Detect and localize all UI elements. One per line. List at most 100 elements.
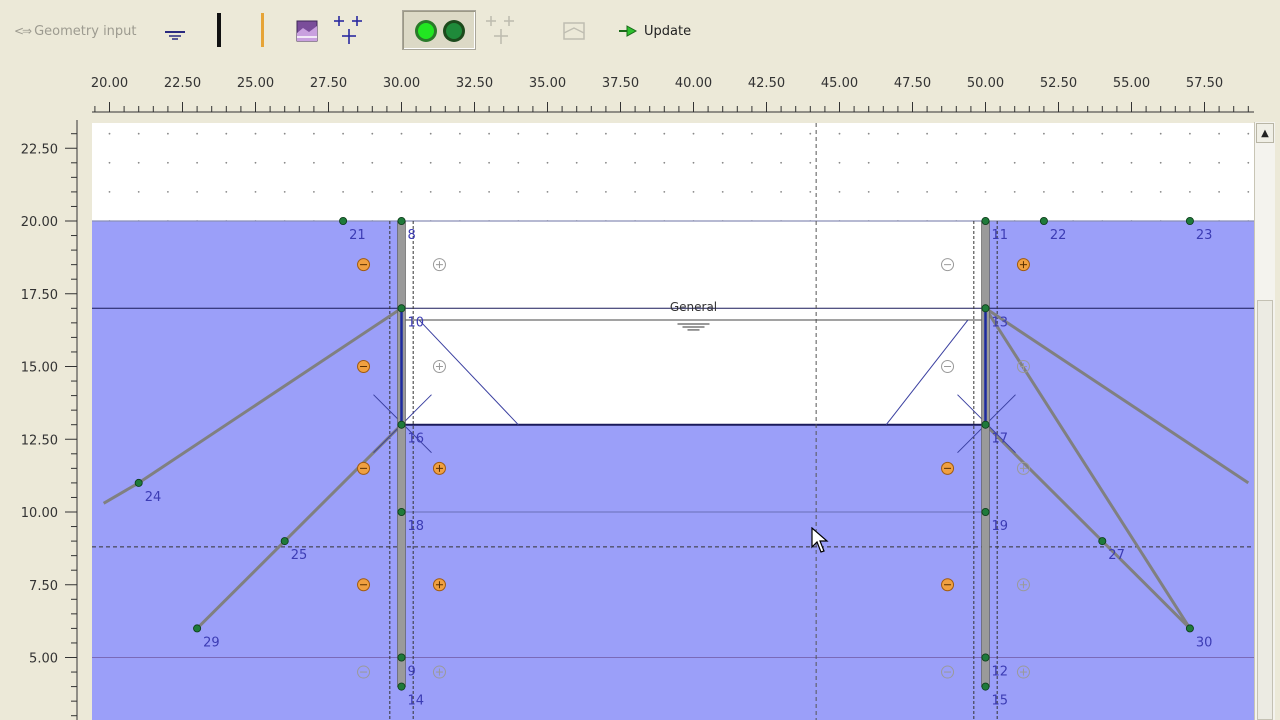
geometry-point[interactable] bbox=[981, 216, 990, 225]
grid-dot bbox=[1013, 161, 1016, 164]
scroll-up-button[interactable]: ▲ bbox=[1256, 123, 1274, 143]
grid-dot bbox=[926, 191, 928, 193]
grid-dot bbox=[809, 132, 812, 135]
geometry-point[interactable] bbox=[397, 304, 406, 313]
grid-dot bbox=[342, 132, 344, 135]
geometry-point[interactable] bbox=[280, 537, 289, 546]
grid-dot bbox=[547, 104, 549, 106]
geometry-point[interactable] bbox=[981, 420, 990, 429]
grid-dot bbox=[1189, 104, 1191, 106]
point-label: 19 bbox=[992, 519, 1009, 534]
geometry-point[interactable] bbox=[1039, 216, 1048, 225]
grid-dot bbox=[839, 104, 841, 106]
grid-dot bbox=[575, 132, 578, 135]
grid-dot bbox=[254, 191, 257, 193]
grid-dot bbox=[283, 191, 286, 193]
grid-dot bbox=[867, 191, 870, 193]
grid-dot bbox=[985, 104, 987, 106]
grid-dot bbox=[722, 104, 724, 106]
vertical-scrollbar[interactable]: ▲ bbox=[1254, 122, 1275, 720]
grid-dot bbox=[225, 132, 228, 135]
grid-dot bbox=[780, 132, 782, 135]
grid-dot bbox=[984, 161, 987, 164]
grid-dot bbox=[1189, 161, 1191, 164]
grid-dot bbox=[692, 161, 695, 164]
grid-dot bbox=[605, 161, 607, 164]
grid-dot bbox=[955, 191, 958, 193]
grid-dot bbox=[1218, 161, 1220, 164]
grid-dot bbox=[1130, 132, 1133, 135]
point-label: 8 bbox=[408, 228, 416, 243]
grid-dot bbox=[1072, 132, 1074, 135]
grid-dot bbox=[283, 161, 286, 164]
grid-dot bbox=[1218, 132, 1220, 135]
geometry-point[interactable] bbox=[981, 682, 990, 691]
grid-dot bbox=[1160, 104, 1162, 106]
grid-dot bbox=[1072, 104, 1074, 106]
grid-dot bbox=[897, 132, 899, 135]
geometry-point[interactable] bbox=[1098, 537, 1107, 546]
geometry-point[interactable] bbox=[397, 682, 406, 691]
grid-dot bbox=[225, 161, 228, 164]
left-wall-plate[interactable] bbox=[397, 220, 406, 687]
grid-dot bbox=[984, 132, 987, 135]
geometry-point[interactable] bbox=[339, 216, 348, 225]
grid-dot bbox=[897, 191, 899, 193]
grid-dot bbox=[780, 161, 782, 164]
grid-dot bbox=[867, 161, 870, 164]
grid-dot bbox=[634, 104, 636, 106]
geometry-point[interactable] bbox=[397, 507, 406, 516]
grid-dot bbox=[1218, 191, 1220, 193]
grid-dot bbox=[429, 191, 432, 193]
grid-dot bbox=[459, 132, 461, 135]
grid-dot bbox=[838, 161, 841, 164]
grid-dot bbox=[342, 104, 344, 106]
grid-dot bbox=[634, 191, 636, 193]
grid-dot bbox=[138, 104, 140, 106]
geometry-point[interactable] bbox=[981, 304, 990, 313]
point-label: 16 bbox=[408, 432, 425, 447]
grid-dot bbox=[1101, 161, 1104, 164]
geometry-point[interactable] bbox=[193, 624, 202, 633]
grid-dot bbox=[605, 132, 607, 135]
point-label: 30 bbox=[1196, 635, 1213, 650]
geometry-point[interactable] bbox=[981, 653, 990, 662]
grid-dot bbox=[1247, 132, 1250, 135]
grid-dot bbox=[693, 104, 695, 106]
point-label: 11 bbox=[992, 228, 1009, 243]
grid-dot bbox=[196, 161, 199, 164]
grid-dot bbox=[1130, 161, 1133, 164]
grid-dot bbox=[926, 132, 928, 135]
grid-dot bbox=[605, 191, 607, 193]
grid-dot bbox=[225, 104, 227, 106]
grid-dot bbox=[108, 161, 111, 164]
grid-dot bbox=[167, 132, 169, 135]
grid-dot bbox=[284, 104, 286, 106]
grid-dot bbox=[576, 104, 578, 106]
geometry-point[interactable] bbox=[1185, 216, 1194, 225]
grid-dot bbox=[400, 161, 403, 164]
geometry-point[interactable] bbox=[397, 420, 406, 429]
geometry-point[interactable] bbox=[397, 216, 406, 225]
grid-dot bbox=[575, 191, 578, 193]
drawing-canvas[interactable]: General 8 9 10 11 12 13 14 15 16 17 18 19 21 22 23 24 25 2… bbox=[0, 0, 1280, 720]
grid-dot bbox=[868, 104, 870, 106]
geometry-point[interactable] bbox=[134, 478, 143, 487]
grid-dot bbox=[196, 132, 199, 135]
scroll-thumb[interactable] bbox=[1257, 300, 1273, 720]
grid-dot bbox=[926, 104, 928, 106]
grid-dot bbox=[780, 104, 782, 106]
grid-dot bbox=[1072, 191, 1074, 193]
grid-dot bbox=[517, 161, 520, 164]
point-label: 18 bbox=[408, 519, 425, 534]
grid-dot bbox=[254, 132, 257, 135]
grid-dot bbox=[400, 132, 403, 135]
geometry-point[interactable] bbox=[981, 507, 990, 516]
grid-dot bbox=[1101, 104, 1103, 106]
grid-dot bbox=[809, 104, 811, 106]
right-wall-plate[interactable] bbox=[981, 220, 990, 687]
grid-dot bbox=[575, 161, 578, 164]
geometry-point[interactable] bbox=[1185, 624, 1194, 633]
geometry-point[interactable] bbox=[397, 653, 406, 662]
grid-dot bbox=[1014, 104, 1016, 106]
